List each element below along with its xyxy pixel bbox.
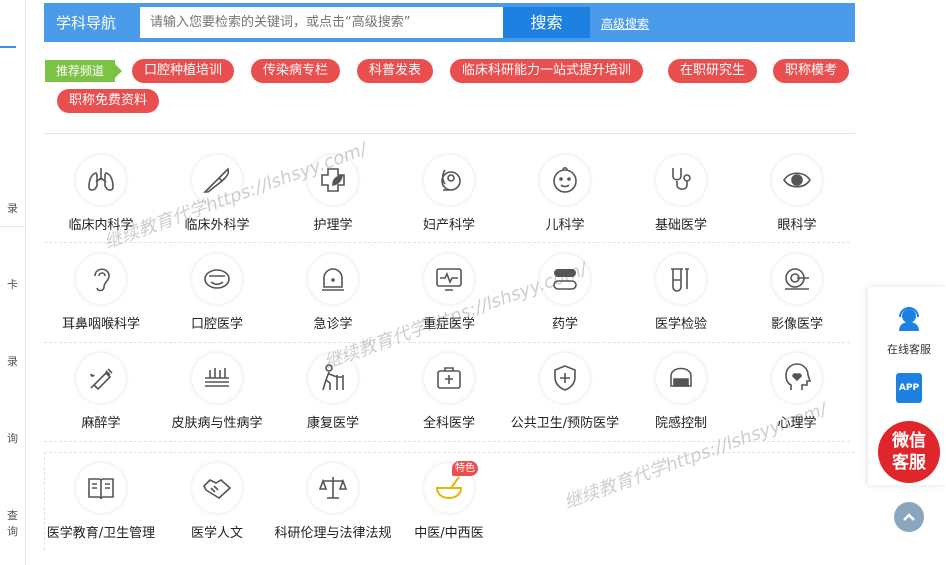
subject-general-practice[interactable]: 全科医学 xyxy=(391,353,507,443)
subject-pediatrics[interactable]: 儿科学 xyxy=(507,155,623,245)
book-icon xyxy=(76,463,126,513)
subject-label: 心理学 xyxy=(777,416,817,431)
recommend-label: 推荐频道 xyxy=(45,60,122,82)
scalpel-icon xyxy=(192,155,242,205)
cross-leaf-icon xyxy=(308,155,358,205)
subject-label: 中医/中西医 xyxy=(414,526,484,541)
scales-icon xyxy=(308,463,358,513)
wechat-service-button[interactable]: 微信 客服 xyxy=(878,421,940,483)
subject-lab-medicine[interactable]: 医学检验 xyxy=(623,254,739,344)
siren-icon xyxy=(308,254,358,304)
rail-item-3[interactable]: 录 xyxy=(0,353,26,369)
stethoscope-icon xyxy=(656,155,706,205)
monitor-icon xyxy=(424,254,474,304)
lungs-icon xyxy=(76,155,126,205)
subject-stomatology[interactable]: 口腔医学 xyxy=(159,254,275,344)
rail-item-4[interactable]: 询 xyxy=(0,430,26,446)
tag-free-materials[interactable]: 职称免费资料 xyxy=(57,89,160,113)
head-heart-icon xyxy=(772,353,822,403)
search-button[interactable]: 搜索 xyxy=(503,7,590,38)
rail-item-1[interactable]: 录 xyxy=(0,200,26,216)
wechat-line-1: 微信 xyxy=(892,431,926,451)
rail-divider xyxy=(0,226,26,227)
subject-basic-medicine[interactable]: 基础医学 xyxy=(623,155,739,245)
subject-pharmacy[interactable]: 药学 xyxy=(507,254,623,344)
walker-icon xyxy=(308,353,358,403)
pregnancy-icon xyxy=(424,155,474,205)
search-input[interactable] xyxy=(140,7,503,38)
subject-nursing[interactable]: 护理学 xyxy=(275,155,391,245)
rail-active-indicator xyxy=(0,46,16,48)
subject-psychology[interactable]: 心理学 xyxy=(739,353,855,443)
subject-label: 影像医学 xyxy=(770,317,823,332)
eye-icon xyxy=(772,155,822,205)
mask-icon xyxy=(656,353,706,403)
headset-icon xyxy=(899,307,919,331)
tag-graduate[interactable]: 在职研究生 xyxy=(668,59,758,83)
tag-science-publish[interactable]: 科普发表 xyxy=(357,59,434,83)
subject-obstetrics[interactable]: 妇产科学 xyxy=(391,155,507,245)
advanced-search-link[interactable]: 高级搜索 xyxy=(601,15,649,32)
subject-emergency[interactable]: 急诊学 xyxy=(275,254,391,344)
subject-medical-education[interactable]: 医学教育/卫生管理 xyxy=(43,463,159,553)
back-to-top-button[interactable] xyxy=(894,502,924,532)
subject-anesthesiology[interactable]: 麻醉学 xyxy=(43,353,159,443)
medical-kit-icon xyxy=(424,353,474,403)
baby-face-icon xyxy=(540,155,590,205)
nav-title: 学科导航 xyxy=(56,14,117,32)
shield-cross-icon xyxy=(540,353,590,403)
divider xyxy=(44,133,855,134)
special-badge: 特色 xyxy=(452,461,478,476)
test-tube-icon xyxy=(656,254,706,304)
handshake-icon xyxy=(192,463,242,513)
subject-tcm[interactable]: 中医/中西医 xyxy=(391,463,507,553)
subject-internal-medicine[interactable]: 临床内科学 xyxy=(43,155,159,245)
subject-ent[interactable]: 耳鼻咽喉科学 xyxy=(43,254,159,344)
subject-imaging[interactable]: 影像医学 xyxy=(739,254,855,344)
subject-dermatology[interactable]: 皮肤病与性病学 xyxy=(159,353,275,443)
syringe-icon xyxy=(76,353,126,403)
skin-icon xyxy=(192,353,242,403)
left-rail: 录 卡 录 询 查询 xyxy=(0,0,26,565)
subject-infection-control[interactable]: 院感控制 xyxy=(623,353,739,443)
mouth-icon xyxy=(192,254,242,304)
subject-label: 眼科学 xyxy=(777,218,817,233)
subject-research-ethics-law[interactable]: 科研伦理与法律法规 xyxy=(274,463,392,553)
pills-icon xyxy=(540,254,590,304)
app-download-icon[interactable]: APP xyxy=(896,373,922,403)
rail-item-2[interactable]: 卡 xyxy=(0,276,26,292)
subject-nav-bar: 学科导航 搜索 高级搜索 xyxy=(44,3,855,42)
subject-ophthalmology[interactable]: 眼科学 xyxy=(739,155,855,245)
subject-critical-care[interactable]: 重症医学 xyxy=(391,254,507,344)
subject-rehabilitation[interactable]: 康复医学 xyxy=(275,353,391,443)
tag-research-training[interactable]: 临床科研能力一站式提升培训 xyxy=(450,59,644,83)
online-service-label[interactable]: 在线客服 xyxy=(868,341,946,357)
chevron-up-icon xyxy=(903,513,915,521)
wechat-line-2: 客服 xyxy=(892,453,926,473)
rail-item-5[interactable]: 查询 xyxy=(0,507,26,539)
subject-surgery[interactable]: 临床外科学 xyxy=(159,155,275,245)
ear-icon xyxy=(76,254,126,304)
tag-dental-implant[interactable]: 口腔种植培训 xyxy=(132,59,235,83)
tag-infectious-disease[interactable]: 传染病专栏 xyxy=(251,59,341,83)
subject-humanities[interactable]: 医学人文 xyxy=(159,463,275,553)
tag-mock-exam[interactable]: 职称模考 xyxy=(773,59,850,83)
scanner-icon xyxy=(772,254,822,304)
side-service-panel: 在线客服 APP 微信 客服 xyxy=(868,287,946,485)
subject-public-health[interactable]: 公共卫生/预防医学 xyxy=(507,353,623,443)
